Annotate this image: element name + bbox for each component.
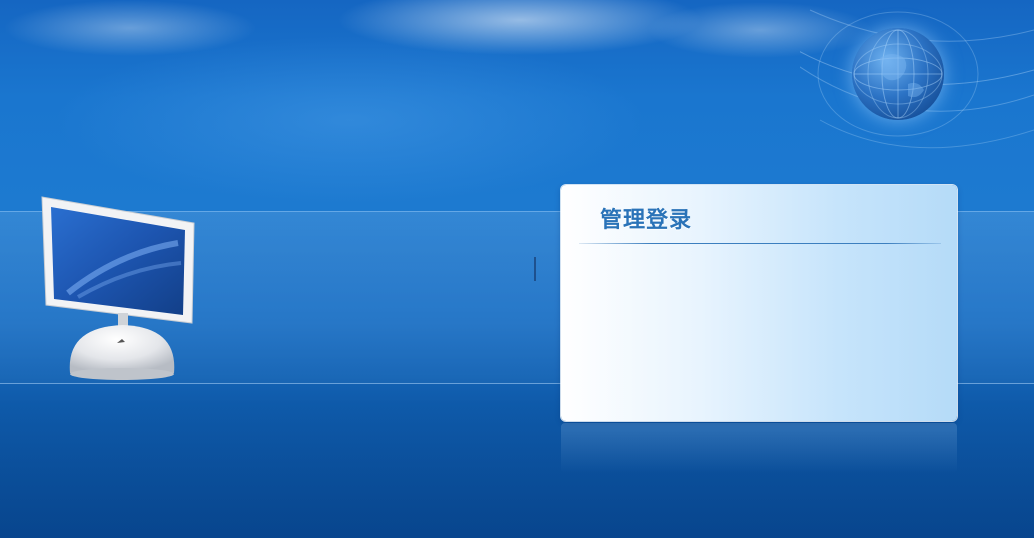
globe-decoration: [800, 0, 1034, 170]
divider-mark: [534, 257, 536, 281]
monitor-icon: [38, 193, 198, 383]
login-panel: 管理登录: [561, 185, 957, 421]
login-title: 管理登录: [600, 208, 693, 233]
login-page-background: 管理登录: [0, 0, 1034, 538]
panel-reflection: [561, 423, 957, 473]
login-form-area: [561, 245, 957, 421]
globe-icon: [852, 28, 944, 120]
title-divider: [579, 243, 941, 244]
